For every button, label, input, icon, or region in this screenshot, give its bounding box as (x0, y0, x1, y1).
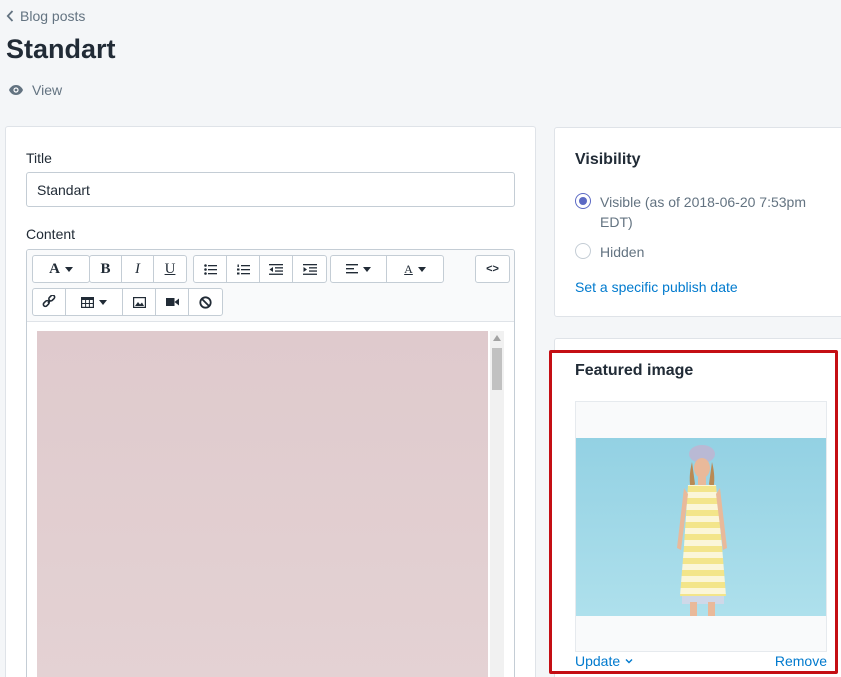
editor-toolbar: A B I U A <> (27, 250, 514, 322)
chevron-down-icon (363, 266, 371, 272)
remove-button[interactable]: Remove (775, 653, 827, 669)
featured-image-frame[interactable] (575, 401, 827, 652)
indent-icon (302, 263, 317, 275)
underline-icon: U (164, 260, 176, 277)
font-dropdown-button[interactable]: A (33, 256, 89, 282)
clear-format-button[interactable] (189, 289, 222, 315)
outdent-icon (269, 263, 283, 275)
chevron-down-icon (417, 266, 426, 272)
featured-image-actions: Update Remove (575, 653, 827, 669)
html-code-icon: <> (486, 263, 499, 275)
html-group: <> (475, 255, 510, 283)
chevron-down-icon (99, 299, 107, 305)
visibility-card: Visibility Visible (as of 2018-06-20 7:5… (554, 127, 841, 317)
editor-scrollbar[interactable] (490, 331, 504, 677)
link-icon (42, 295, 56, 308)
list-group (193, 255, 327, 283)
bulleted-list-button[interactable] (194, 256, 227, 282)
html-view-button[interactable]: <> (476, 256, 509, 282)
view-label: View (32, 82, 63, 98)
featured-image-title: Featured image (575, 362, 694, 379)
view-button[interactable]: View (8, 82, 62, 98)
update-button[interactable]: Update (575, 653, 633, 669)
align-left-icon (346, 264, 358, 274)
breadcrumb-label: Blog posts (20, 8, 86, 24)
visible-radio[interactable] (575, 193, 591, 209)
update-label: Update (575, 653, 621, 669)
visibility-title: Visibility (575, 151, 641, 168)
italic-button[interactable]: I (122, 256, 154, 282)
model-photo-illustration (576, 438, 826, 616)
scroll-up-icon[interactable] (493, 335, 501, 341)
text-style-group: B I U (89, 255, 187, 283)
text-color-dropdown-button[interactable]: A (387, 256, 443, 282)
eye-icon (9, 85, 23, 95)
rich-text-editor: A B I U A <> (26, 249, 515, 677)
align-dropdown-button[interactable] (331, 256, 387, 282)
font-icon: A (49, 260, 60, 277)
featured-image-photo (576, 438, 826, 616)
align-color-group: A (330, 255, 444, 283)
hidden-radio[interactable] (575, 243, 591, 259)
insert-video-button[interactable] (156, 289, 189, 315)
content-image (37, 331, 488, 677)
chevron-down-icon (64, 266, 73, 272)
visible-label: Visible (as of 2018-06-20 7:53pm EDT) (600, 194, 806, 230)
visible-option[interactable]: Visible (as of 2018-06-20 7:53pm EDT) (575, 192, 815, 232)
post-editor-card: Title Content A B I U (5, 126, 536, 677)
chevron-left-icon (6, 10, 14, 22)
content-label: Content (26, 226, 76, 242)
text-color-icon: A (404, 261, 413, 276)
bold-icon: B (100, 260, 111, 277)
breadcrumb-back-link[interactable]: Blog posts (6, 8, 85, 24)
title-label: Title (26, 150, 52, 166)
featured-image-card: Featured image Update Remove (549, 350, 838, 674)
italic-icon: I (135, 260, 140, 277)
page-title: Standart (6, 34, 116, 64)
insert-group (32, 288, 223, 316)
hidden-label: Hidden (600, 244, 645, 260)
indent-button[interactable] (293, 256, 326, 282)
video-icon (165, 298, 179, 306)
editor-content-area[interactable] (27, 322, 514, 677)
insert-link-button[interactable] (33, 289, 66, 315)
numbered-list-icon (236, 264, 250, 274)
bold-button[interactable]: B (90, 256, 122, 282)
table-icon (81, 296, 94, 308)
chevron-down-icon (625, 659, 633, 664)
bulleted-list-icon (203, 263, 217, 275)
font-group: A (32, 255, 90, 283)
image-icon (132, 296, 146, 308)
outdent-button[interactable] (260, 256, 293, 282)
set-publish-date-link[interactable]: Set a specific publish date (575, 279, 738, 295)
hidden-option[interactable]: Hidden (575, 242, 644, 262)
title-input[interactable] (26, 172, 515, 207)
scrollbar-thumb[interactable] (492, 348, 502, 390)
insert-image-button[interactable] (123, 289, 156, 315)
insert-table-button[interactable] (66, 289, 123, 315)
clear-format-icon (199, 295, 212, 309)
underline-button[interactable]: U (154, 256, 186, 282)
numbered-list-button[interactable] (227, 256, 260, 282)
